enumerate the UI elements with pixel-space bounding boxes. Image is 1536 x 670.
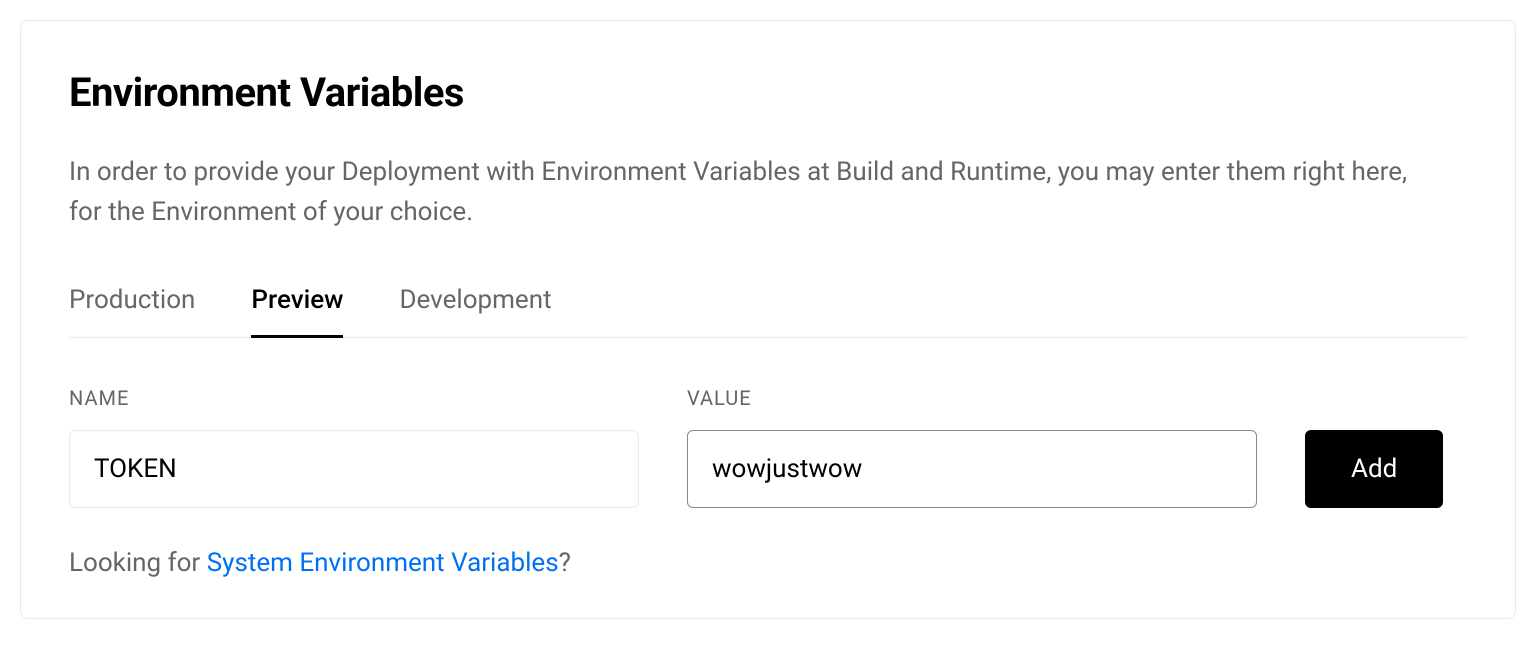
footer-prefix: Looking for	[69, 548, 207, 578]
name-label: NAME	[69, 386, 639, 410]
env-var-form-row: NAME VALUE Add	[69, 386, 1467, 508]
value-label: VALUE	[687, 386, 1257, 410]
value-input[interactable]	[687, 430, 1257, 508]
description-text: In order to provide your Deployment with…	[69, 152, 1409, 233]
environment-tabs: Production Preview Development	[69, 285, 1467, 338]
footer-text: Looking for System Environment Variables…	[69, 548, 1467, 578]
name-field-group: NAME	[69, 386, 639, 508]
tab-preview[interactable]: Preview	[251, 285, 343, 338]
name-input[interactable]	[69, 430, 639, 508]
page-title: Environment Variables	[69, 69, 1467, 116]
env-vars-card: Environment Variables In order to provid…	[20, 20, 1516, 619]
system-env-vars-link[interactable]: System Environment Variables	[207, 548, 559, 578]
footer-suffix: ?	[559, 548, 571, 578]
value-field-group: VALUE	[687, 386, 1257, 508]
add-button[interactable]: Add	[1305, 430, 1443, 508]
tab-development[interactable]: Development	[399, 285, 551, 338]
tab-production[interactable]: Production	[69, 285, 195, 338]
